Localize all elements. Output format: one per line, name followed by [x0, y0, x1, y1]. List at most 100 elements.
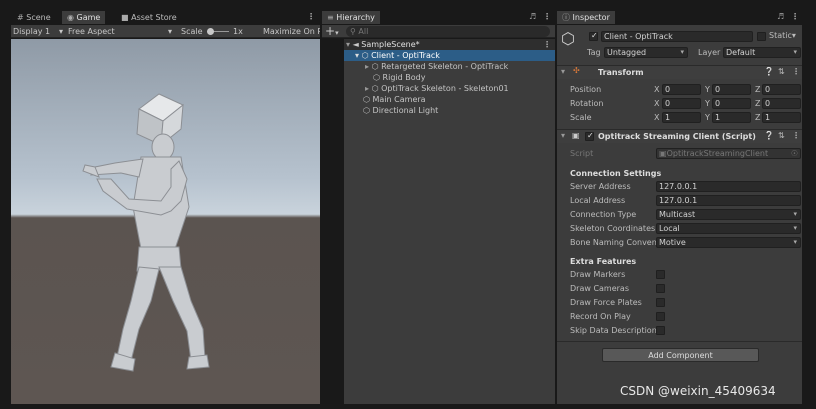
hierarchy-tab-bar: ≡ Hierarchy ♬ ⋮	[322, 11, 555, 24]
add-component-button[interactable]: Add Component	[602, 348, 759, 362]
list-icon: ≡	[327, 13, 334, 22]
active-checkbox[interactable]	[589, 31, 598, 41]
game-panel: # Scene ◉ Game ■ Asset Store ⋮ Display 1…	[0, 0, 320, 409]
aspect-dropdown[interactable]: Free Aspect ▾	[68, 25, 178, 38]
transform-title: Transform	[598, 68, 644, 77]
gameobject-cube-icon: ⬡	[363, 95, 370, 104]
position-y-field[interactable]: 0	[712, 84, 751, 95]
tab-hierarchy[interactable]: ≡ Hierarchy	[322, 11, 380, 24]
tab-asset-store[interactable]: ■ Asset Store	[116, 11, 182, 24]
tab-scene[interactable]: # Scene	[12, 11, 56, 24]
lock-icon[interactable]: ♬	[777, 12, 784, 21]
hierarchy-search-field[interactable]: ⚲ All	[346, 26, 550, 37]
preset-icon[interactable]: ⇅	[778, 67, 785, 76]
hierarchy-menu-kebab-icon[interactable]: ⋮	[543, 12, 551, 21]
skeleton-coordinates-dropdown[interactable]: Local	[656, 223, 801, 234]
static-dropdown[interactable]: Static▾	[769, 31, 796, 40]
hierarchy-item-rigid-body[interactable]: ⬡ Rigid Body	[344, 72, 555, 83]
layer-dropdown[interactable]: Default	[723, 47, 801, 58]
bone-naming-dropdown[interactable]: Motive	[656, 237, 801, 248]
scale-value: 1x	[233, 27, 243, 36]
expand-arrow-icon[interactable]: ▸	[365, 84, 369, 93]
gamepad-icon: ◉	[67, 13, 74, 22]
bone-naming-label: Bone Naming Conven	[570, 238, 657, 247]
gameobject-cube-icon: ⬡	[373, 73, 380, 82]
gameobject-icon: ⬡	[561, 29, 575, 48]
scene-menu-kebab-icon[interactable]: ⋮	[543, 39, 551, 50]
unity-scene-icon: ◄	[352, 40, 359, 49]
rotation-y-field[interactable]: 0	[712, 98, 751, 109]
draw-force-plates-label: Draw Force Plates	[570, 298, 642, 307]
record-on-play-checkbox[interactable]	[656, 312, 665, 321]
server-address-label: Server Address	[570, 182, 631, 191]
game-menu-kebab-icon[interactable]: ⋮	[307, 12, 315, 21]
expand-arrow-icon[interactable]: ▸	[365, 62, 369, 71]
scale-y-field[interactable]: 1	[712, 112, 751, 123]
script-field[interactable]: ▣OptitrackStreamingClient ☉	[656, 148, 801, 159]
chevron-down-icon: ▾	[335, 29, 339, 37]
component-enabled-checkbox[interactable]	[585, 131, 594, 141]
hierarchy-item-optitrack-skeleton[interactable]: ▸ ⬡ OptiTrack Skeleton - Skeleton01	[344, 83, 555, 94]
add-object-button[interactable]: +▾	[325, 25, 339, 38]
draw-markers-checkbox[interactable]	[656, 270, 665, 279]
inspector-body: ⬡ Client - OptiTrack Static▾ Tag Untagge…	[557, 25, 802, 404]
static-checkbox[interactable]	[757, 32, 766, 41]
bag-icon: ■	[121, 13, 129, 22]
hierarchy-item-client-optitrack[interactable]: ▾ ⬡ Client - OptiTrack	[344, 50, 555, 61]
tag-dropdown[interactable]: Untagged	[604, 47, 688, 58]
extra-features-header: Extra Features	[570, 257, 637, 266]
component-menu-kebab-icon[interactable]: ⋮	[792, 131, 800, 140]
lock-icon[interactable]: ♬	[529, 12, 536, 21]
position-z-field[interactable]: 0	[762, 84, 801, 95]
local-address-label: Local Address	[570, 196, 626, 205]
record-on-play-label: Record On Play	[570, 312, 631, 321]
component-header[interactable]: ▾ ▣ Optitrack Streaming Client (Script) …	[557, 129, 802, 143]
script-file-icon: ▣	[659, 149, 667, 158]
gameobject-cube-icon: ⬡	[371, 62, 379, 71]
maximize-on-play-toggle[interactable]: Maximize On P	[263, 25, 320, 38]
expand-arrow-icon[interactable]: ▾	[346, 40, 350, 49]
position-x-field[interactable]: 0	[662, 84, 701, 95]
scale-z-field[interactable]: 1	[762, 112, 801, 123]
tab-inspector[interactable]: ⓘ Inspector	[557, 11, 615, 24]
hierarchy-item-retargeted-skeleton[interactable]: ▸ ⬡ Retargeted Skeleton - OptiTrack	[344, 61, 555, 72]
chevron-down-icon: ▾	[59, 27, 64, 36]
hierarchy-item-main-camera[interactable]: ⬡ Main Camera	[344, 94, 555, 105]
component-menu-kebab-icon[interactable]: ⋮	[792, 67, 800, 76]
scene-row[interactable]: ▾ ◄ SampleScene* ⋮	[344, 39, 555, 50]
draw-cameras-checkbox[interactable]	[656, 284, 665, 293]
help-icon[interactable]: ❔	[764, 131, 774, 140]
gameobject-cube-icon: ⬡	[371, 84, 379, 93]
rotation-x-field[interactable]: 0	[662, 98, 701, 109]
scale-x-field[interactable]: 1	[662, 112, 701, 123]
draw-force-plates-checkbox[interactable]	[656, 298, 665, 307]
display-dropdown[interactable]: Display 1 ▾	[13, 25, 65, 38]
rotation-z-field[interactable]: 0	[762, 98, 801, 109]
transform-axes-icon: ✣	[573, 66, 580, 75]
skip-data-description-checkbox[interactable]	[656, 326, 665, 335]
target-icon[interactable]: ☉	[791, 149, 798, 158]
object-name-field[interactable]: Client - OptiTrack	[601, 31, 753, 42]
tab-game[interactable]: ◉ Game	[62, 11, 106, 24]
info-icon: ⓘ	[562, 13, 570, 22]
connection-type-dropdown[interactable]: Multicast	[656, 209, 801, 220]
game-viewport[interactable]	[11, 39, 320, 404]
hierarchy-item-directional-light[interactable]: ⬡ Directional Light	[344, 105, 555, 116]
expand-arrow-icon[interactable]: ▾	[355, 51, 359, 60]
server-address-field[interactable]: 127.0.0.1	[656, 181, 801, 192]
game-tab-bar: # Scene ◉ Game ■ Asset Store ⋮	[0, 11, 320, 24]
draw-markers-label: Draw Markers	[570, 270, 626, 279]
help-icon[interactable]: ❔	[764, 67, 774, 76]
scale-slider[interactable]	[207, 25, 229, 38]
hash-icon: #	[17, 13, 24, 22]
preset-icon[interactable]: ⇅	[778, 131, 785, 140]
expand-arrow-icon[interactable]: ▾	[561, 67, 565, 76]
transform-header[interactable]: ▾ ✣ Transform ❔ ⇅ ⋮	[557, 65, 802, 79]
divider	[557, 341, 802, 342]
inspector-menu-kebab-icon[interactable]: ⋮	[791, 12, 799, 21]
inspector-tab-bar: ⓘ Inspector ♬ ⋮	[557, 11, 802, 24]
slider-handle[interactable]	[207, 28, 214, 35]
local-address-field[interactable]: 127.0.0.1	[656, 195, 801, 206]
expand-arrow-icon[interactable]: ▾	[561, 131, 565, 140]
watermark: CSDN @weixin_45409634	[620, 384, 776, 398]
